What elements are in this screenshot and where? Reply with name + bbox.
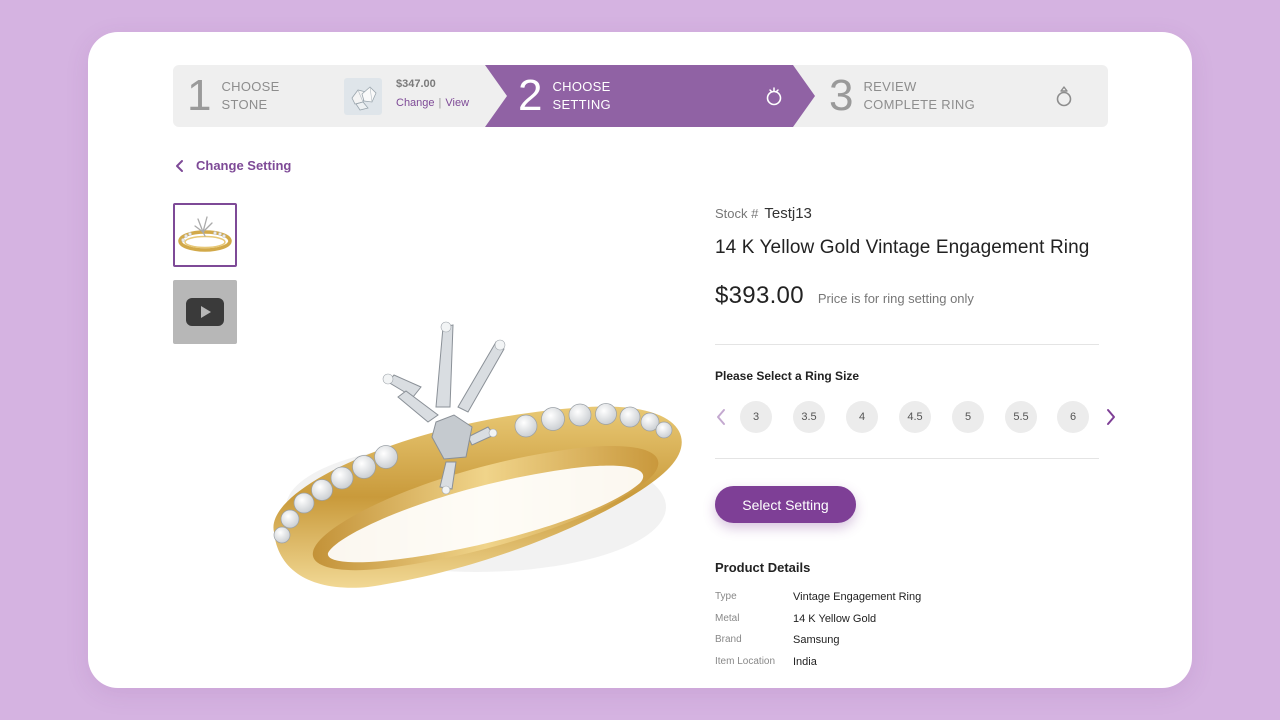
detail-row: Brand Samsung (715, 634, 839, 646)
detail-value: India (793, 656, 817, 668)
link-separator: | (438, 97, 442, 109)
step-label-line2: COMPLETE RING (863, 97, 976, 112)
ring-size-option[interactable]: 5.5 (1005, 401, 1037, 433)
video-thumbnail[interactable] (173, 280, 237, 344)
price-row: $393.00 Price is for ring setting only (715, 282, 974, 310)
step-label-line2: SETTING (552, 97, 611, 112)
detail-value: 14 K Yellow Gold (793, 613, 877, 625)
change-setting-label: Change Setting (196, 158, 292, 173)
view-stone-link[interactable]: View (445, 97, 469, 109)
step-label: CHOOSE STONE (221, 78, 279, 114)
select-setting-button[interactable]: Select Setting (715, 486, 856, 523)
ring-size-option[interactable]: 3.5 (793, 401, 825, 433)
image-thumbnail[interactable] (173, 203, 237, 267)
step-review-complete-ring[interactable]: 3 REVIEW COMPLETE RING (829, 65, 975, 127)
step-label-line1: CHOOSE (221, 79, 280, 94)
step-number: 1 (187, 71, 212, 120)
step-label-line1: CHOOSE (552, 79, 611, 94)
main-product-image (273, 321, 682, 588)
progress-stepper: 1 CHOOSE STONE $347.00 Change | View 2 CHO… (173, 65, 1108, 127)
product-card: 1 CHOOSE STONE $347.00 Change | View 2 CHO… (88, 32, 1192, 688)
step-choose-setting[interactable]: 2 CHOOSE SETTING (518, 65, 611, 127)
selected-stone-thumbnail (344, 78, 382, 115)
product-price: $393.00 (715, 282, 804, 309)
price-note: Price is for ring setting only (817, 291, 974, 306)
selected-stone-price: $347.00 (396, 78, 436, 90)
detail-row: Type Vintage Engagement Ring (715, 591, 921, 603)
step-number: 3 (829, 71, 854, 120)
detail-key: Type (715, 591, 737, 602)
ring-size-option[interactable]: 4.5 (899, 401, 931, 433)
detail-key: Metal (715, 613, 740, 624)
step-label-line2: STONE (221, 97, 268, 112)
step-label: REVIEW COMPLETE RING (863, 78, 975, 114)
ring-size-option[interactable]: 4 (846, 401, 878, 433)
ring-size-label: Please Select a Ring Size (715, 369, 860, 383)
play-icon (186, 298, 224, 326)
step-label: CHOOSE SETTING (552, 78, 610, 114)
detail-row: Item Location India (715, 656, 817, 668)
detail-value: Samsung (793, 634, 840, 646)
stock-value: Testj13 (764, 205, 812, 222)
detail-key: Item Location (715, 656, 776, 667)
change-setting-link[interactable]: Change Setting (174, 158, 291, 173)
ring-size-option[interactable]: 5 (952, 401, 984, 433)
change-stone-link[interactable]: Change (396, 97, 435, 109)
detail-row: Metal 14 K Yellow Gold (715, 613, 876, 625)
chevron-right-icon[interactable] (1104, 408, 1118, 426)
divider (715, 344, 1099, 345)
product-details-title: Product Details (715, 560, 811, 575)
ring-size-option[interactable]: 3 (740, 401, 772, 433)
chevron-left-icon[interactable] (714, 408, 728, 426)
divider (715, 458, 1099, 459)
step-number: 2 (518, 71, 543, 120)
detail-key: Brand (715, 634, 742, 645)
step-choose-stone[interactable]: 1 CHOOSE STONE (187, 65, 280, 127)
step-label-line1: REVIEW (863, 79, 917, 94)
ring-complete-icon (1056, 86, 1072, 107)
ring-size-option[interactable]: 6 (1057, 401, 1089, 433)
detail-value: Vintage Engagement Ring (793, 591, 922, 603)
product-title: 14 K Yellow Gold Vintage Engagement Ring (715, 237, 1090, 258)
selected-stone-actions: Change | View (396, 97, 469, 109)
chevron-left-icon (176, 159, 183, 172)
ring-solitaire-icon (766, 87, 782, 106)
stock-number: Stock # Testj13 (715, 205, 812, 222)
stock-label: Stock # (715, 206, 759, 221)
